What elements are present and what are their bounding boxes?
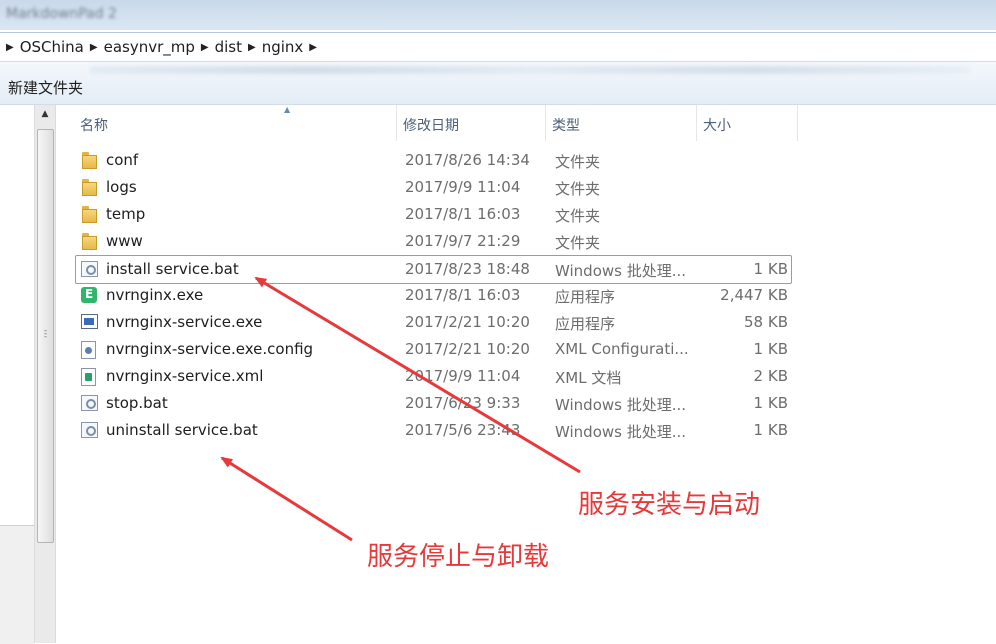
annotation-install-label: 服务安装与启动 [578,490,761,520]
install-arrow [254,276,581,474]
uninstall-arrow [220,456,353,542]
annotation-uninstall-label: 服务停止与卸载 [367,542,550,572]
